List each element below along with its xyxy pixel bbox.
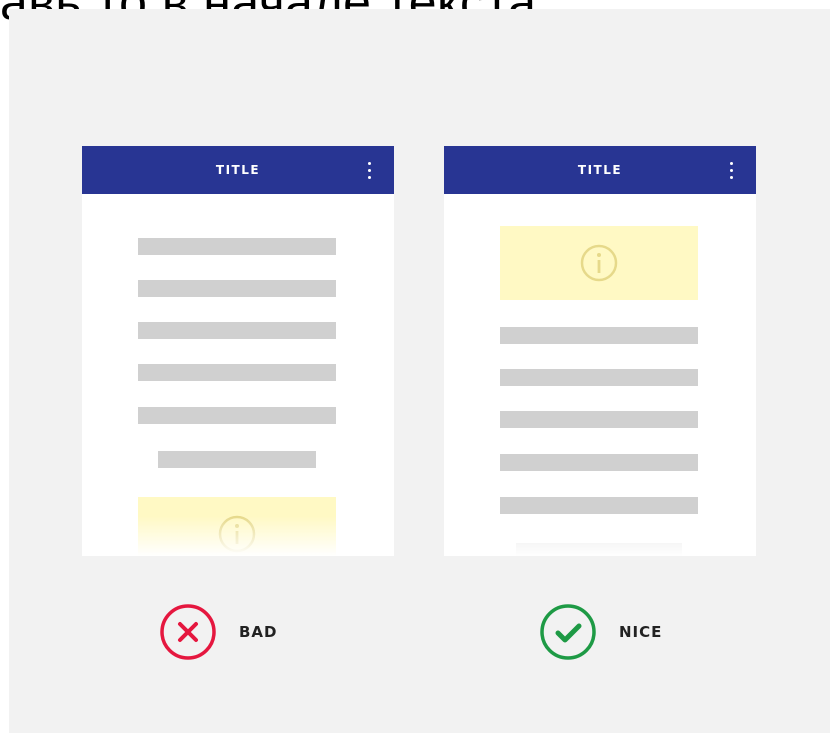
nice-verdict: NICE	[539, 604, 662, 660]
text-placeholder-line	[138, 364, 336, 381]
more-vert-icon	[368, 162, 371, 179]
info-notice-box	[500, 226, 698, 300]
text-placeholder-line	[500, 327, 698, 344]
app-bar-title: TITLE	[215, 163, 261, 177]
text-placeholder-line	[138, 322, 336, 339]
app-bar: TITLE	[444, 146, 756, 194]
nice-label: NICE	[619, 623, 663, 641]
app-bar-title: TITLE	[577, 163, 623, 177]
bad-label: BAD	[239, 623, 278, 641]
bottom-fade	[444, 516, 756, 556]
text-placeholder-line	[138, 407, 336, 424]
more-vert-icon	[730, 162, 733, 179]
bad-example-mockup: TITLE	[82, 146, 394, 556]
text-placeholder-line	[500, 497, 698, 514]
cross-circle-icon	[160, 604, 216, 660]
text-placeholder-line	[500, 454, 698, 471]
text-placeholder-line	[500, 369, 698, 386]
app-bar: TITLE	[82, 146, 394, 194]
text-placeholder-line	[138, 280, 336, 297]
good-example-mockup: TITLE	[444, 146, 756, 556]
info-circle-icon	[580, 244, 618, 282]
bottom-fade	[82, 516, 394, 556]
check-circle-icon	[540, 604, 596, 660]
bad-verdict: BAD	[159, 604, 278, 660]
text-placeholder-line	[138, 238, 336, 255]
text-placeholder-line	[500, 411, 698, 428]
text-placeholder-line	[158, 451, 316, 468]
